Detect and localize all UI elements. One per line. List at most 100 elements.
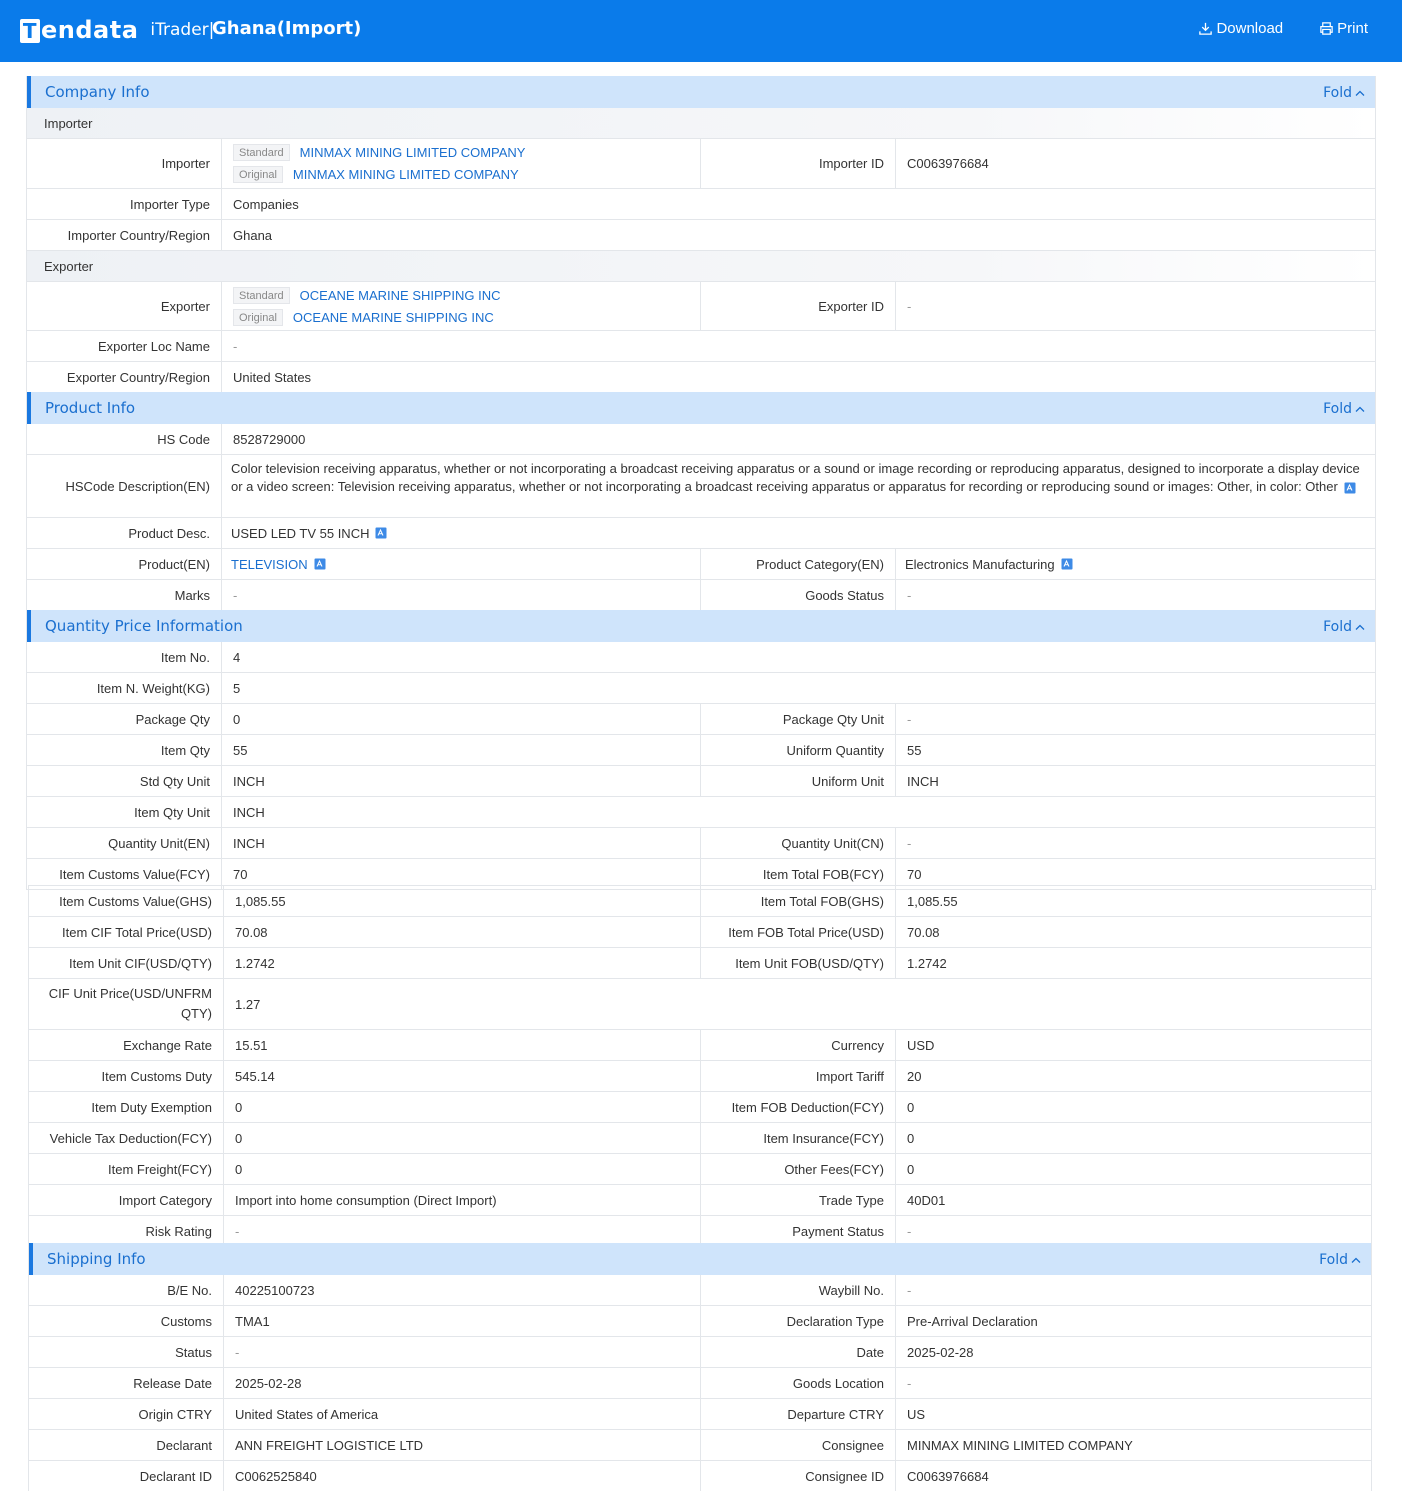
field-label: Item Qty	[27, 735, 222, 765]
fold-button[interactable]: Fold	[1323, 619, 1365, 635]
field-value: -	[224, 1337, 701, 1367]
field-value: 0	[222, 704, 701, 734]
field-label: Item Freight(FCY)	[29, 1154, 224, 1184]
field-label: Import Category	[29, 1185, 224, 1215]
field-value: -	[907, 587, 912, 603]
field-label: Item FOB Deduction(FCY)	[701, 1092, 896, 1122]
fold-button[interactable]: Fold	[1323, 85, 1365, 101]
field-label: Waybill No.	[701, 1275, 896, 1305]
field-value: INCH	[233, 804, 265, 820]
field-label: HSCode Description(EN)	[27, 455, 222, 517]
field-value: -	[224, 1216, 701, 1246]
product-info-header: Product Info Fold	[27, 392, 1375, 424]
field-value: -	[907, 835, 912, 851]
table-row: Status - Date 2025-02-28	[29, 1337, 1371, 1368]
exporter-loc-row: Exporter Loc Name -	[27, 331, 1375, 362]
chevron-up-icon	[1351, 1257, 1361, 1263]
field-value: -	[907, 1282, 912, 1298]
table-row: Item CIF Total Price(USD) 70.08 Item FOB T…	[29, 917, 1371, 948]
field-label: Consignee	[701, 1430, 896, 1460]
hscode-description-text: Color television receiving apparatus, wh…	[231, 461, 1360, 494]
field-label: Uniform Quantity	[701, 735, 896, 765]
standard-tag: Standard	[233, 144, 290, 161]
field-label: Vehicle Tax Deduction(FCY)	[29, 1123, 224, 1153]
importer-standard-link[interactable]: MINMAX MINING LIMITED COMPANY	[300, 145, 526, 160]
field-label: Exporter ID	[701, 282, 896, 330]
field-value: Standard MINMAX MINING LIMITED COMPANY Or…	[222, 139, 701, 188]
importer-original-link[interactable]: MINMAX MINING LIMITED COMPANY	[293, 167, 519, 182]
fold-label: Fold	[1323, 619, 1352, 635]
field-value: 0	[224, 1123, 701, 1153]
translate-icon[interactable]	[375, 527, 387, 539]
field-value: 70.08	[907, 924, 940, 940]
field-value: 0	[224, 1092, 701, 1122]
field-value: -	[907, 1375, 912, 1391]
page-title: Ghana(Import)	[212, 18, 362, 39]
field-label: Other Fees(FCY)	[701, 1154, 896, 1184]
field-label: Package Qty Unit	[701, 704, 896, 734]
translate-icon[interactable]	[314, 558, 326, 570]
table-row: Item Qty Unit INCH	[27, 797, 1375, 828]
fold-button[interactable]: Fold	[1323, 401, 1365, 417]
field-label: Item Customs Duty	[29, 1061, 224, 1091]
table-row: Item Customs Value(GHS) 1,085.55 Item Tota…	[29, 886, 1371, 917]
field-value: 545.14	[224, 1061, 701, 1091]
product-category-text: Electronics Manufacturing	[905, 556, 1055, 572]
quantity-price-continued: Item Customs Value(GHS) 1,085.55 Item Tota…	[28, 885, 1372, 1247]
field-label: Exporter Country/Region	[27, 362, 222, 392]
field-label: Declarant	[29, 1430, 224, 1460]
field-value: C0063976684	[907, 1468, 989, 1484]
fold-button[interactable]: Fold	[1319, 1252, 1361, 1268]
table-row: Release Date 2025-02-28 Goods Location -	[29, 1368, 1371, 1399]
importer-type-row: Importer Type Companies	[27, 189, 1375, 220]
exporter-subheader: Exporter	[27, 251, 1375, 282]
field-label: Date	[701, 1337, 896, 1367]
field-label: Uniform Unit	[701, 766, 896, 796]
field-value: 55	[907, 742, 922, 758]
company-info-header: Company Info Fold	[27, 76, 1375, 108]
table-row: B/E No. 40225100723 Waybill No. -	[29, 1275, 1371, 1306]
marks-row: Marks - Goods Status -	[27, 580, 1375, 611]
field-value: -	[233, 338, 238, 354]
quantity-price-header: Quantity Price Information Fold	[27, 610, 1375, 642]
top-bar: Tendata iTrader| Ghana(Import) Download …	[0, 0, 1402, 62]
field-label: Exporter	[27, 282, 222, 330]
field-value: 2025-02-28	[907, 1344, 974, 1360]
exporter-original-link[interactable]: OCEANE MARINE SHIPPING INC	[293, 310, 494, 325]
product-desc-row: Product Desc. USED LED TV 55 INCH	[27, 518, 1375, 549]
product-en-link[interactable]: TELEVISION	[231, 557, 308, 572]
standard-tag: Standard	[233, 286, 290, 304]
field-value: Ghana	[233, 227, 273, 243]
translate-icon[interactable]	[1344, 482, 1356, 494]
logo-wordmark: Tendata	[20, 16, 138, 44]
field-value: Standard OCEANE MARINE SHIPPING INC Origi…	[222, 282, 701, 330]
original-tag: Original	[233, 166, 283, 183]
field-label: HS Code	[27, 424, 222, 454]
exporter-standard-link[interactable]: OCEANE MARINE SHIPPING INC	[300, 288, 501, 303]
translate-icon[interactable]	[1061, 558, 1073, 570]
download-label: Download	[1216, 20, 1284, 37]
table-row: Customs TMA1 Declaration Type Pre-Arrival D…	[29, 1306, 1371, 1337]
field-label: Quantity Unit(CN)	[701, 828, 896, 858]
fold-label: Fold	[1323, 85, 1352, 101]
field-label: Consignee ID	[701, 1461, 896, 1491]
print-button[interactable]: Print	[1319, 20, 1368, 37]
field-label: Risk Rating	[29, 1216, 224, 1246]
printer-icon	[1319, 21, 1334, 36]
field-value: United States	[233, 369, 312, 385]
field-value: 15.51	[224, 1030, 701, 1060]
field-label: Goods Status	[701, 580, 896, 610]
field-value: C0062525840	[224, 1461, 701, 1491]
field-label: CIF Unit Price(USD/UNFRM QTY)	[29, 979, 224, 1029]
exporter-country-row: Exporter Country/Region United States	[27, 362, 1375, 393]
field-label: Item Insurance(FCY)	[701, 1123, 896, 1153]
field-label: Item Duty Exemption	[29, 1092, 224, 1122]
download-button[interactable]: Download	[1198, 20, 1283, 37]
chevron-up-icon	[1355, 90, 1365, 96]
field-value: Pre-Arrival Declaration	[907, 1313, 1038, 1329]
quantity-rows: Item No. 4 Item N. Weight(KG) 5 Package Qty 0…	[27, 642, 1375, 890]
tendata-logo[interactable]: Tendata iTrader|	[20, 14, 214, 46]
field-label: Product Desc.	[27, 518, 222, 548]
field-value: 0	[907, 1099, 915, 1115]
quantity-price-section: Quantity Price Information Fold Item No.…	[26, 610, 1376, 890]
